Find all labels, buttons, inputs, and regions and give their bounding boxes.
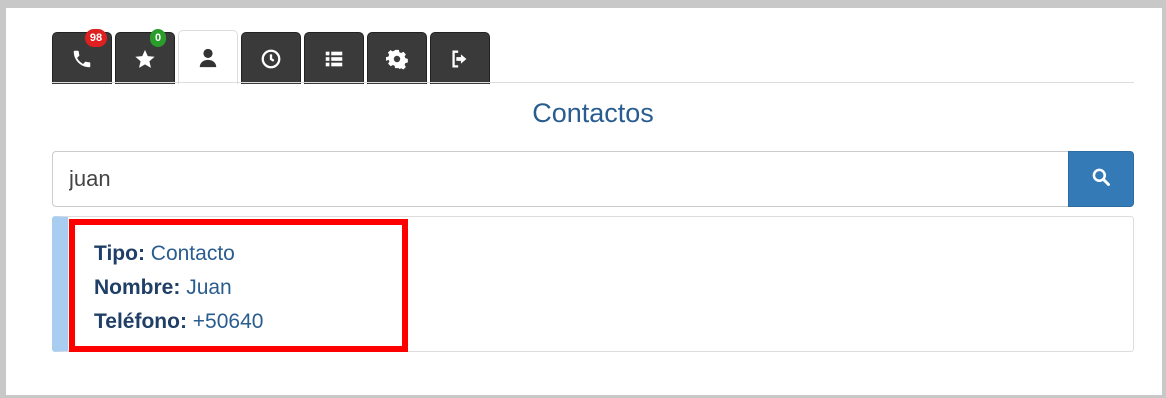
tab-logout[interactable] <box>430 32 490 84</box>
page-title: Contactos <box>532 98 654 128</box>
phone-icon <box>71 48 93 70</box>
user-icon <box>197 47 219 69</box>
tab-favorites[interactable]: 0 <box>115 29 175 84</box>
logout-icon <box>449 48 471 70</box>
star-icon <box>134 48 156 70</box>
tab-divider <box>52 82 1134 83</box>
tab-list[interactable] <box>304 32 364 84</box>
tab-calls[interactable]: 98 <box>52 29 112 84</box>
tab-settings[interactable] <box>367 32 427 84</box>
favorites-badge: 0 <box>150 29 166 47</box>
clock-icon <box>260 48 282 70</box>
gear-icon <box>386 48 408 70</box>
search-input[interactable] <box>52 151 1068 207</box>
search-icon <box>1091 167 1111 192</box>
tab-history[interactable] <box>241 32 301 84</box>
calls-badge: 98 <box>85 29 107 47</box>
list-icon <box>323 48 345 70</box>
highlight-annotation <box>69 219 408 352</box>
search-button[interactable] <box>1068 151 1134 207</box>
tab-bar: 98 0 <box>52 29 493 84</box>
search-bar <box>52 151 1134 207</box>
tab-contacts[interactable] <box>178 30 238 84</box>
